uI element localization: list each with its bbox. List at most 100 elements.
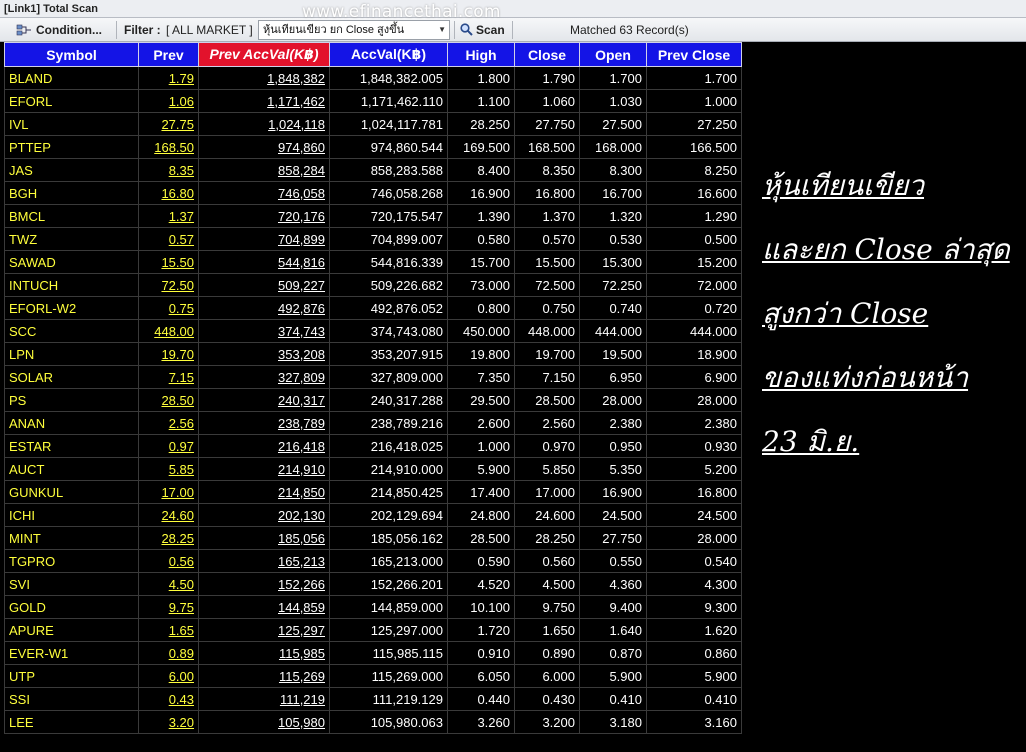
cell-prev[interactable]: 5.85 xyxy=(138,457,199,481)
cell-prev[interactable]: 27.75 xyxy=(138,112,199,136)
table-row[interactable]: APURE 1.65 125,297 125,297.000 1.720 1.650 1.6… xyxy=(4,618,742,642)
cell-prev[interactable]: 3.20 xyxy=(138,710,199,734)
table-row[interactable]: EFORL-W2 0.75 492,876 492,876.052 0.800 0.750… xyxy=(4,296,742,320)
cell-prev-accval[interactable]: 746,058 xyxy=(198,181,330,205)
table-row[interactable]: INTUCH 72.50 509,227 509,226.682 73.000 72.50… xyxy=(4,273,742,297)
cell-prev[interactable]: 448.00 xyxy=(138,319,199,343)
table-row[interactable]: LEE 3.20 105,980 105,980.063 3.260 3.200 3.180… xyxy=(4,710,742,734)
filter-value[interactable]: [ ALL MARKET ] xyxy=(166,18,253,42)
cell-prev[interactable]: 4.50 xyxy=(138,572,199,596)
table-row[interactable]: BLAND 1.79 1,848,382 1,848,382.005 1.800 1.79… xyxy=(4,66,742,90)
cell-prev[interactable]: 1.06 xyxy=(138,89,199,113)
cell-prev-accval[interactable]: 202,130 xyxy=(198,503,330,527)
cell-prev-accval[interactable]: 858,284 xyxy=(198,158,330,182)
cell-prev-accval[interactable]: 185,056 xyxy=(198,526,330,550)
cell-prev-accval[interactable]: 974,860 xyxy=(198,135,330,159)
cell-prev-accval[interactable]: 105,980 xyxy=(198,710,330,734)
table-row[interactable]: EVER-W1 0.89 115,985 115,985.115 0.910 0.890 0… xyxy=(4,641,742,665)
cell-prev-accval[interactable]: 152,266 xyxy=(198,572,330,596)
cell-prev-accval[interactable]: 374,743 xyxy=(198,319,330,343)
cell-prev[interactable]: 8.35 xyxy=(138,158,199,182)
table-row[interactable]: AUCT 5.85 214,910 214,910.000 5.900 5.850 5.35… xyxy=(4,457,742,481)
table-row[interactable]: GUNKUL 17.00 214,850 214,850.425 17.400 17.00… xyxy=(4,480,742,504)
cell-prev-accval[interactable]: 327,809 xyxy=(198,365,330,389)
table-row[interactable]: SSI 0.43 111,219 111,219.129 0.440 0.430 0.410… xyxy=(4,687,742,711)
table-row[interactable]: ESTAR 0.97 216,418 216,418.025 1.000 0.970 0.9… xyxy=(4,434,742,458)
cell-prev[interactable]: 0.75 xyxy=(138,296,199,320)
cell-prev-accval[interactable]: 238,789 xyxy=(198,411,330,435)
cell-prev[interactable]: 19.70 xyxy=(138,342,199,366)
cell-prev[interactable]: 6.00 xyxy=(138,664,199,688)
cell-prev-accval[interactable]: 509,227 xyxy=(198,273,330,297)
cell-prev[interactable]: 7.15 xyxy=(138,365,199,389)
cell-prev[interactable]: 0.89 xyxy=(138,641,199,665)
column-header-open[interactable]: Open xyxy=(579,42,647,67)
cell-prev-accval[interactable]: 165,213 xyxy=(198,549,330,573)
cell-prev-accval[interactable]: 1,024,118 xyxy=(198,112,330,136)
cell-prev[interactable]: 9.75 xyxy=(138,595,199,619)
cell-prev[interactable]: 0.56 xyxy=(138,549,199,573)
table-row[interactable]: JAS 8.35 858,284 858,283.588 8.400 8.350 8.300… xyxy=(4,158,742,182)
table-row[interactable]: PTTEP 168.50 974,860 974,860.544 169.500 168.… xyxy=(4,135,742,159)
scan-condition-select[interactable]: หุ้นเทียนเขียว ยก Close สูงขึ้น ▼ xyxy=(258,20,450,40)
column-header-high[interactable]: High xyxy=(447,42,515,67)
cell-prev-accval[interactable]: 111,219 xyxy=(198,687,330,711)
table-row[interactable]: SVI 4.50 152,266 152,266.201 4.520 4.500 4.360… xyxy=(4,572,742,596)
table-row[interactable]: IVL 27.75 1,024,118 1,024,117.781 28.250 27.7… xyxy=(4,112,742,136)
cell-prev[interactable]: 1.65 xyxy=(138,618,199,642)
cell-prev[interactable]: 15.50 xyxy=(138,250,199,274)
cell-prev[interactable]: 28.50 xyxy=(138,388,199,412)
table-row[interactable]: SAWAD 15.50 544,816 544,816.339 15.700 15.500… xyxy=(4,250,742,274)
cell-prev-accval[interactable]: 353,208 xyxy=(198,342,330,366)
cell-prev-accval[interactable]: 125,297 xyxy=(198,618,330,642)
cell-prev[interactable]: 16.80 xyxy=(138,181,199,205)
cell-prev[interactable]: 168.50 xyxy=(138,135,199,159)
cell-prev[interactable]: 28.25 xyxy=(138,526,199,550)
table-row[interactable]: LPN 19.70 353,208 353,207.915 19.800 19.700 19… xyxy=(4,342,742,366)
table-row[interactable]: PS 28.50 240,317 240,317.288 29.500 28.500 28.… xyxy=(4,388,742,412)
cell-prev[interactable]: 2.56 xyxy=(138,411,199,435)
cell-prev-accval[interactable]: 115,269 xyxy=(198,664,330,688)
cell-prev[interactable]: 0.97 xyxy=(138,434,199,458)
table-row[interactable]: BMCL 1.37 720,176 720,175.547 1.390 1.370 1.32… xyxy=(4,204,742,228)
cell-prev[interactable]: 17.00 xyxy=(138,480,199,504)
cell-prev-accval[interactable]: 214,910 xyxy=(198,457,330,481)
table-row[interactable]: BGH 16.80 746,058 746,058.268 16.900 16.800 16… xyxy=(4,181,742,205)
cell-prev-accval[interactable]: 1,171,462 xyxy=(198,89,330,113)
column-header-close[interactable]: Close xyxy=(514,42,580,67)
cell-prev-accval[interactable]: 1,848,382 xyxy=(198,66,330,90)
cell-prev[interactable]: 0.57 xyxy=(138,227,199,251)
cell-prev-accval[interactable]: 216,418 xyxy=(198,434,330,458)
dropdown-arrow-icon[interactable]: ▼ xyxy=(438,21,446,39)
cell-prev[interactable]: 24.60 xyxy=(138,503,199,527)
cell-prev-accval[interactable]: 115,985 xyxy=(198,641,330,665)
condition-button[interactable]: Condition... xyxy=(16,18,102,42)
table-row[interactable]: SCC 448.00 374,743 374,743.080 450.000 448.00… xyxy=(4,319,742,343)
table-row[interactable]: EFORL 1.06 1,171,462 1,171,462.110 1.100 1.06… xyxy=(4,89,742,113)
cell-prev[interactable]: 0.43 xyxy=(138,687,199,711)
table-row[interactable]: TWZ 0.57 704,899 704,899.007 0.580 0.570 0.530… xyxy=(4,227,742,251)
column-header-prev-accval[interactable]: Prev AccVal(K฿) xyxy=(198,42,330,67)
table-row[interactable]: TGPRO 0.56 165,213 165,213.000 0.590 0.560 0.5… xyxy=(4,549,742,573)
cell-prev-accval[interactable]: 240,317 xyxy=(198,388,330,412)
cell-prev-accval[interactable]: 720,176 xyxy=(198,204,330,228)
table-row[interactable]: GOLD 9.75 144,859 144,859.000 10.100 9.750 9.4… xyxy=(4,595,742,619)
cell-symbol: ESTAR xyxy=(4,434,139,458)
column-header-prev[interactable]: Prev xyxy=(138,42,199,67)
column-header-accval[interactable]: AccVal(K฿) xyxy=(329,42,448,67)
cell-prev[interactable]: 72.50 xyxy=(138,273,199,297)
cell-prev[interactable]: 1.79 xyxy=(138,66,199,90)
cell-prev-accval[interactable]: 704,899 xyxy=(198,227,330,251)
table-row[interactable]: SOLAR 7.15 327,809 327,809.000 7.350 7.150 6.9… xyxy=(4,365,742,389)
cell-prev-accval[interactable]: 144,859 xyxy=(198,595,330,619)
cell-prev-accval[interactable]: 492,876 xyxy=(198,296,330,320)
cell-prev[interactable]: 1.37 xyxy=(138,204,199,228)
table-row[interactable]: UTP 6.00 115,269 115,269.000 6.050 6.000 5.900… xyxy=(4,664,742,688)
table-row[interactable]: ANAN 2.56 238,789 238,789.216 2.600 2.560 2.38… xyxy=(4,411,742,435)
column-header-prev-close[interactable]: Prev Close xyxy=(646,42,742,67)
column-header-symbol[interactable]: Symbol xyxy=(4,42,139,67)
cell-prev-accval[interactable]: 544,816 xyxy=(198,250,330,274)
cell-prev-accval[interactable]: 214,850 xyxy=(198,480,330,504)
table-row[interactable]: ICHI 24.60 202,130 202,129.694 24.800 24.600 2… xyxy=(4,503,742,527)
table-row[interactable]: MINT 28.25 185,056 185,056.162 28.500 28.250 2… xyxy=(4,526,742,550)
